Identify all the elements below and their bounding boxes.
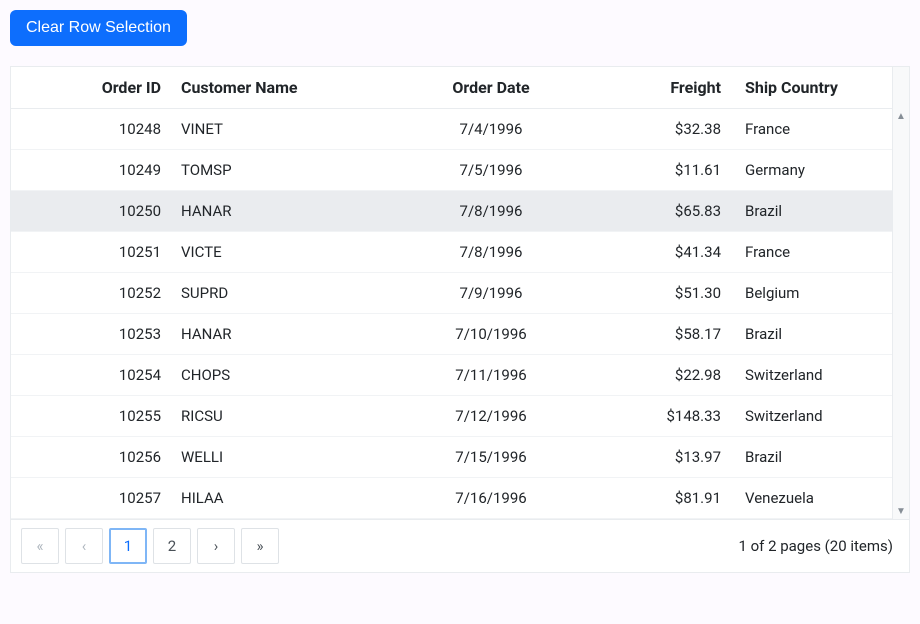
pager-next-button[interactable]: › xyxy=(197,528,235,564)
cell-customer-name: VINET xyxy=(171,120,401,138)
cell-freight: $51.30 xyxy=(581,284,731,302)
cell-order-id: 10255 xyxy=(11,407,171,425)
cell-freight: $13.97 xyxy=(581,448,731,466)
column-header-freight[interactable]: Freight xyxy=(581,78,731,97)
column-header-order-date[interactable]: Order Date xyxy=(401,78,581,97)
pager-page-button[interactable]: 1 xyxy=(109,528,147,564)
table-row[interactable]: 10252SUPRD7/9/1996$51.30Belgium xyxy=(11,273,892,314)
cell-customer-name: VICTE xyxy=(171,243,401,261)
clear-row-selection-button[interactable]: Clear Row Selection xyxy=(10,10,187,46)
pager-prev-button[interactable]: ‹ xyxy=(65,528,103,564)
cell-ship-country: France xyxy=(731,120,891,138)
cell-order-id: 10256 xyxy=(11,448,171,466)
grid-header-row: Order ID Customer Name Order Date Freigh… xyxy=(11,67,892,109)
cell-freight: $41.34 xyxy=(581,243,731,261)
header-scrollbar-spacer xyxy=(892,67,909,109)
cell-customer-name: SUPRD xyxy=(171,284,401,302)
table-row[interactable]: 10250HANAR7/8/1996$65.83Brazil xyxy=(11,191,892,232)
cell-order-date: 7/12/1996 xyxy=(401,407,581,425)
table-row[interactable]: 10251VICTE7/8/1996$41.34France xyxy=(11,232,892,273)
data-grid: Order ID Customer Name Order Date Freigh… xyxy=(10,66,910,573)
table-row[interactable]: 10254CHOPS7/11/1996$22.98Switzerland xyxy=(11,355,892,396)
cell-freight: $148.33 xyxy=(581,407,731,425)
cell-order-date: 7/4/1996 xyxy=(401,120,581,138)
cell-ship-country: Belgium xyxy=(731,284,891,302)
cell-order-id: 10257 xyxy=(11,489,171,507)
cell-ship-country: Brazil xyxy=(731,202,891,220)
cell-order-date: 7/8/1996 xyxy=(401,243,581,261)
cell-order-id: 10249 xyxy=(11,161,171,179)
cell-ship-country: Switzerland xyxy=(731,366,891,384)
cell-customer-name: TOMSP xyxy=(171,161,401,179)
cell-freight: $65.83 xyxy=(581,202,731,220)
table-row[interactable]: 10248VINET7/4/1996$32.38France xyxy=(11,109,892,150)
table-row[interactable]: 10249TOMSP7/5/1996$11.61Germany xyxy=(11,150,892,191)
cell-order-date: 7/15/1996 xyxy=(401,448,581,466)
cell-customer-name: HANAR xyxy=(171,325,401,343)
cell-order-id: 10251 xyxy=(11,243,171,261)
cell-order-date: 7/11/1996 xyxy=(401,366,581,384)
cell-customer-name: CHOPS xyxy=(171,366,401,384)
table-row[interactable]: 10257HILAA7/16/1996$81.91Venezuela xyxy=(11,478,892,519)
cell-customer-name: RICSU xyxy=(171,407,401,425)
table-row[interactable]: 10256WELLI7/15/1996$13.97Brazil xyxy=(11,437,892,478)
cell-order-date: 7/10/1996 xyxy=(401,325,581,343)
scroll-down-icon[interactable]: ▼ xyxy=(896,504,906,519)
cell-freight: $32.38 xyxy=(581,120,731,138)
cell-ship-country: Venezuela xyxy=(731,489,891,507)
cell-order-date: 7/5/1996 xyxy=(401,161,581,179)
cell-customer-name: HANAR xyxy=(171,202,401,220)
vertical-scrollbar[interactable]: ▲ ▼ xyxy=(892,109,909,519)
cell-customer-name: HILAA xyxy=(171,489,401,507)
table-row[interactable]: 10255RICSU7/12/1996$148.33Switzerland xyxy=(11,396,892,437)
cell-order-date: 7/16/1996 xyxy=(401,489,581,507)
cell-ship-country: Brazil xyxy=(731,448,891,466)
table-row[interactable]: 10253HANAR7/10/1996$58.17Brazil xyxy=(11,314,892,355)
pager-first-button[interactable]: « xyxy=(21,528,59,564)
column-header-ship-country[interactable]: Ship Country xyxy=(731,78,891,97)
pager: « ‹ 12 › » 1 of 2 pages (20 items) xyxy=(11,519,909,572)
cell-freight: $22.98 xyxy=(581,366,731,384)
cell-freight: $58.17 xyxy=(581,325,731,343)
cell-order-date: 7/8/1996 xyxy=(401,202,581,220)
cell-freight: $81.91 xyxy=(581,489,731,507)
cell-order-id: 10248 xyxy=(11,120,171,138)
cell-order-id: 10250 xyxy=(11,202,171,220)
cell-ship-country: Germany xyxy=(731,161,891,179)
scroll-up-icon[interactable]: ▲ xyxy=(896,109,906,124)
cell-ship-country: Brazil xyxy=(731,325,891,343)
cell-order-id: 10254 xyxy=(11,366,171,384)
cell-customer-name: WELLI xyxy=(171,448,401,466)
cell-order-date: 7/9/1996 xyxy=(401,284,581,302)
cell-order-id: 10252 xyxy=(11,284,171,302)
cell-order-id: 10253 xyxy=(11,325,171,343)
pager-info: 1 of 2 pages (20 items) xyxy=(738,537,899,555)
cell-freight: $11.61 xyxy=(581,161,731,179)
column-header-customer-name[interactable]: Customer Name xyxy=(171,78,401,97)
cell-ship-country: Switzerland xyxy=(731,407,891,425)
pager-page-button[interactable]: 2 xyxy=(153,528,191,564)
pager-last-button[interactable]: » xyxy=(241,528,279,564)
column-header-order-id[interactable]: Order ID xyxy=(11,78,171,97)
cell-ship-country: France xyxy=(731,243,891,261)
